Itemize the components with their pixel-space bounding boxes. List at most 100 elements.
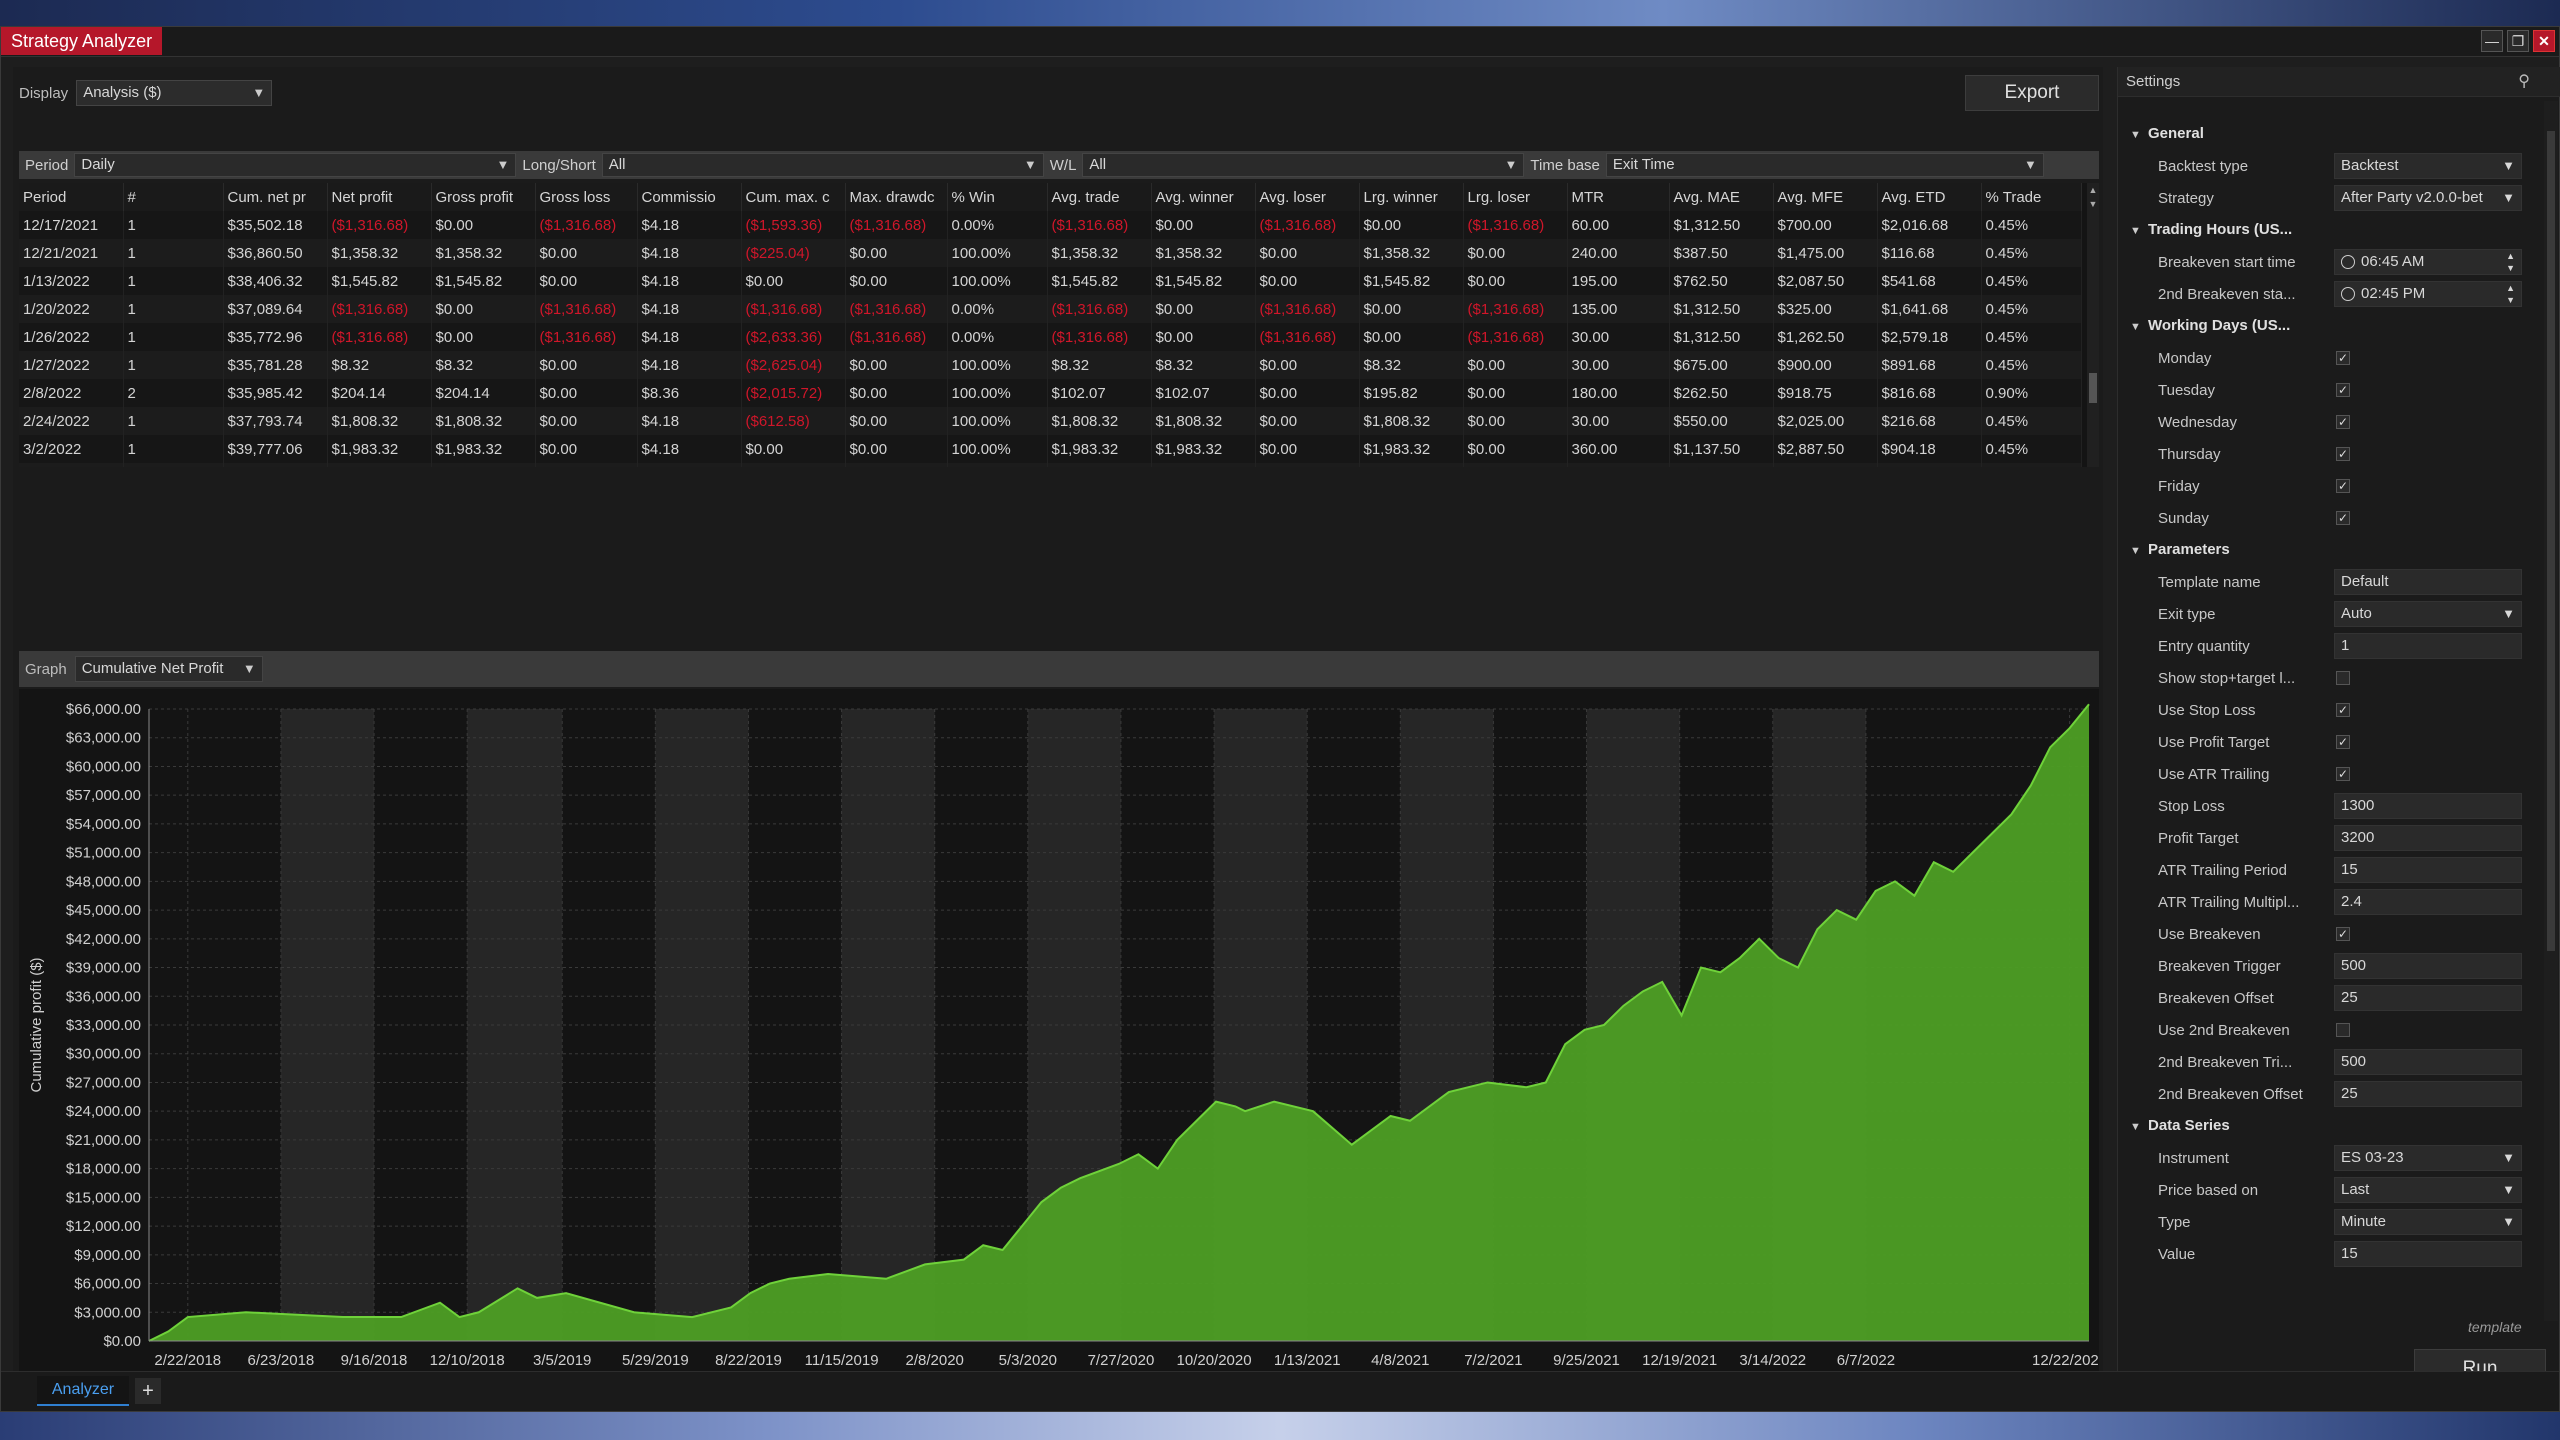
property-checkbox[interactable] xyxy=(2336,1023,2350,1037)
title-bar[interactable]: Strategy Analyzer — ❐ ✕ xyxy=(1,27,2559,57)
property-value[interactable]: 15 xyxy=(2334,1241,2522,1267)
collapse-icon[interactable]: ▼ xyxy=(2130,312,2148,342)
property-checkbox[interactable]: ✓ xyxy=(2336,927,2350,941)
property-value[interactable]: 25 xyxy=(2334,985,2522,1011)
chevron-down-icon[interactable]: ▼ xyxy=(2502,602,2515,626)
table-row[interactable]: 3/8/20221$38,460.38($1,316.68)$0.00($1,3… xyxy=(19,463,2082,467)
table-row[interactable]: 1/26/2022 1 $35,772.96 ($1,316.68) $0.00 ($1,… xyxy=(19,323,2082,351)
column-header[interactable]: Net profit xyxy=(327,183,432,211)
column-header[interactable]: Avg. winner xyxy=(1151,183,1256,211)
column-header[interactable]: Cum. max. c xyxy=(741,183,846,211)
column-header[interactable]: Avg. trade xyxy=(1047,183,1152,211)
column-header[interactable]: Lrg. loser xyxy=(1463,183,1568,211)
column-header[interactable]: Gross loss xyxy=(535,183,638,211)
template-link[interactable]: template xyxy=(2468,1319,2522,1335)
table-row[interactable]: 12/21/2021 1 $36,860.50 $1,358.32 $1,358.32 $… xyxy=(19,239,2082,267)
property-checkbox[interactable]: ✓ xyxy=(2336,767,2350,781)
export-button[interactable]: Export xyxy=(1965,75,2099,111)
property-checkbox[interactable] xyxy=(2336,671,2350,685)
property-checkbox[interactable]: ✓ xyxy=(2336,511,2350,525)
property-value[interactable]: 1 xyxy=(2334,633,2522,659)
property-checkbox[interactable]: ✓ xyxy=(2336,351,2350,365)
period-select[interactable]: Daily ▼ xyxy=(74,153,517,177)
category-parameters[interactable]: ▼ Parameters xyxy=(2118,535,2538,565)
category-working_days[interactable]: ▼ Working Days (US... xyxy=(2118,311,2538,341)
column-header[interactable]: # xyxy=(123,183,224,211)
add-tab-button[interactable]: + xyxy=(135,1378,161,1404)
column-header[interactable]: Max. drawdc xyxy=(845,183,948,211)
chevron-down-icon[interactable]: ▼ xyxy=(2502,1178,2515,1202)
display-select[interactable]: Analysis ($) ▼ xyxy=(76,80,273,106)
property-value[interactable]: 500 xyxy=(2334,1049,2522,1075)
column-header[interactable]: Avg. MAE xyxy=(1669,183,1774,211)
column-header[interactable]: Avg. loser xyxy=(1255,183,1360,211)
column-header[interactable]: Lrg. winner xyxy=(1359,183,1464,211)
table-row[interactable]: 1/27/2022 1 $35,781.28 $8.32 $8.32 $0.00 $4.18… xyxy=(19,351,2082,379)
property-value[interactable]: 06:45 AM ▲ ▼ xyxy=(2334,249,2522,275)
chevron-down-icon[interactable]: ▼ xyxy=(2502,186,2515,210)
cumulative-profit-chart[interactable]: $0.00 $3,000.00 $6,000.00 $9,000.00 $12,000.… xyxy=(19,689,2099,1397)
scrollbar-thumb[interactable] xyxy=(2089,373,2097,403)
column-header[interactable]: Period xyxy=(19,183,124,211)
table-scrollbar[interactable]: ▲ ▼ xyxy=(2087,183,2099,467)
column-header[interactable]: % Win xyxy=(947,183,1048,211)
category-data_series[interactable]: ▼ Data Series xyxy=(2118,1111,2538,1141)
property-value[interactable]: After Party v2.0.0-bet ▼ xyxy=(2334,185,2522,211)
property-checkbox[interactable]: ✓ xyxy=(2336,383,2350,397)
graph-select[interactable]: Cumulative Net Profit ▼ xyxy=(74,656,263,682)
scroll-down-icon[interactable]: ▼ xyxy=(2087,199,2099,209)
property-value[interactable]: 3200 xyxy=(2334,825,2522,851)
chevron-down-icon[interactable]: ▼ xyxy=(2502,1210,2515,1234)
column-header[interactable]: Cum. net pr xyxy=(223,183,328,211)
column-header[interactable]: Avg. MFE xyxy=(1773,183,1878,211)
property-checkbox[interactable]: ✓ xyxy=(2336,447,2350,461)
property-value[interactable]: 2.4 xyxy=(2334,889,2522,915)
tab-analyzer[interactable]: Analyzer xyxy=(37,1376,129,1406)
restore-button[interactable]: ❐ xyxy=(2507,30,2529,52)
wl-select[interactable]: All ▼ xyxy=(1082,153,1525,177)
spinner-icon[interactable]: ▲ ▼ xyxy=(2506,282,2515,306)
timebase-select[interactable]: Exit Time ▼ xyxy=(1605,153,2044,177)
longshort-select[interactable]: All ▼ xyxy=(601,153,1044,177)
table-row[interactable]: 3/2/2022 1 $39,777.06 $1,983.32 $1,983.32 $0.… xyxy=(19,435,2082,463)
property-checkbox[interactable]: ✓ xyxy=(2336,479,2350,493)
property-value[interactable]: Backtest ▼ xyxy=(2334,153,2522,179)
property-checkbox[interactable]: ✓ xyxy=(2336,703,2350,717)
property-value[interactable]: Last ▼ xyxy=(2334,1177,2522,1203)
column-header[interactable]: MTR xyxy=(1567,183,1670,211)
property-value[interactable]: Auto ▼ xyxy=(2334,601,2522,627)
collapse-icon[interactable]: ▼ xyxy=(2130,536,2148,566)
settings-scrollbar[interactable] xyxy=(2544,101,2558,1321)
property-checkbox[interactable]: ✓ xyxy=(2336,735,2350,749)
close-button[interactable]: ✕ xyxy=(2533,30,2555,52)
property-value[interactable]: Default xyxy=(2334,569,2522,595)
property-value[interactable]: ES 03-23 ▼ xyxy=(2334,1145,2522,1171)
property-checkbox[interactable]: ✓ xyxy=(2336,415,2350,429)
chevron-down-icon[interactable]: ▼ xyxy=(2502,1146,2515,1170)
collapse-icon[interactable]: ▼ xyxy=(2130,1112,2148,1142)
column-header[interactable]: Avg. ETD xyxy=(1877,183,1982,211)
property-value[interactable]: 1300 xyxy=(2334,793,2522,819)
table-row[interactable]: 1/13/2022 1 $38,406.32 $1,545.82 $1,545.82 $0… xyxy=(19,267,2082,295)
analysis-table[interactable]: Period # Cum. net pr Net profit Gross profit… xyxy=(19,183,2099,467)
scroll-up-icon[interactable]: ▲ xyxy=(2087,185,2099,195)
table-row[interactable]: 2/8/2022 2 $35,985.42 $204.14 $204.14 $0.00 $8… xyxy=(19,379,2082,407)
collapse-icon[interactable]: ▼ xyxy=(2130,120,2148,150)
property-value[interactable]: 500 xyxy=(2334,953,2522,979)
table-row[interactable]: 2/24/2022 1 $37,793.74 $1,808.32 $1,808.32 $0… xyxy=(19,407,2082,435)
category-trading_hours[interactable]: ▼ Trading Hours (US... xyxy=(2118,215,2538,245)
property-value[interactable]: 02:45 PM ▲ ▼ xyxy=(2334,281,2522,307)
scrollbar-thumb[interactable] xyxy=(2547,131,2555,951)
property-value[interactable]: 15 xyxy=(2334,857,2522,883)
spinner-icon[interactable]: ▲ ▼ xyxy=(2506,250,2515,274)
minimize-button[interactable]: — xyxy=(2481,30,2503,52)
category-general[interactable]: ▼ General xyxy=(2118,119,2538,149)
table-row[interactable]: 1/20/2022 1 $37,089.64 ($1,316.68) $0.00 ($1,… xyxy=(19,295,2082,323)
property-value[interactable]: Minute ▼ xyxy=(2334,1209,2522,1235)
property-value[interactable]: 25 xyxy=(2334,1081,2522,1107)
collapse-icon[interactable]: ▼ xyxy=(2130,216,2148,246)
pin-icon[interactable]: ⚲ xyxy=(2518,67,2530,97)
column-header[interactable]: Gross profit xyxy=(431,183,536,211)
table-row[interactable]: 12/17/2021 1 $35,502.18 ($1,316.68) $0.00 ($1… xyxy=(19,211,2082,239)
chevron-down-icon[interactable]: ▼ xyxy=(2502,154,2515,178)
